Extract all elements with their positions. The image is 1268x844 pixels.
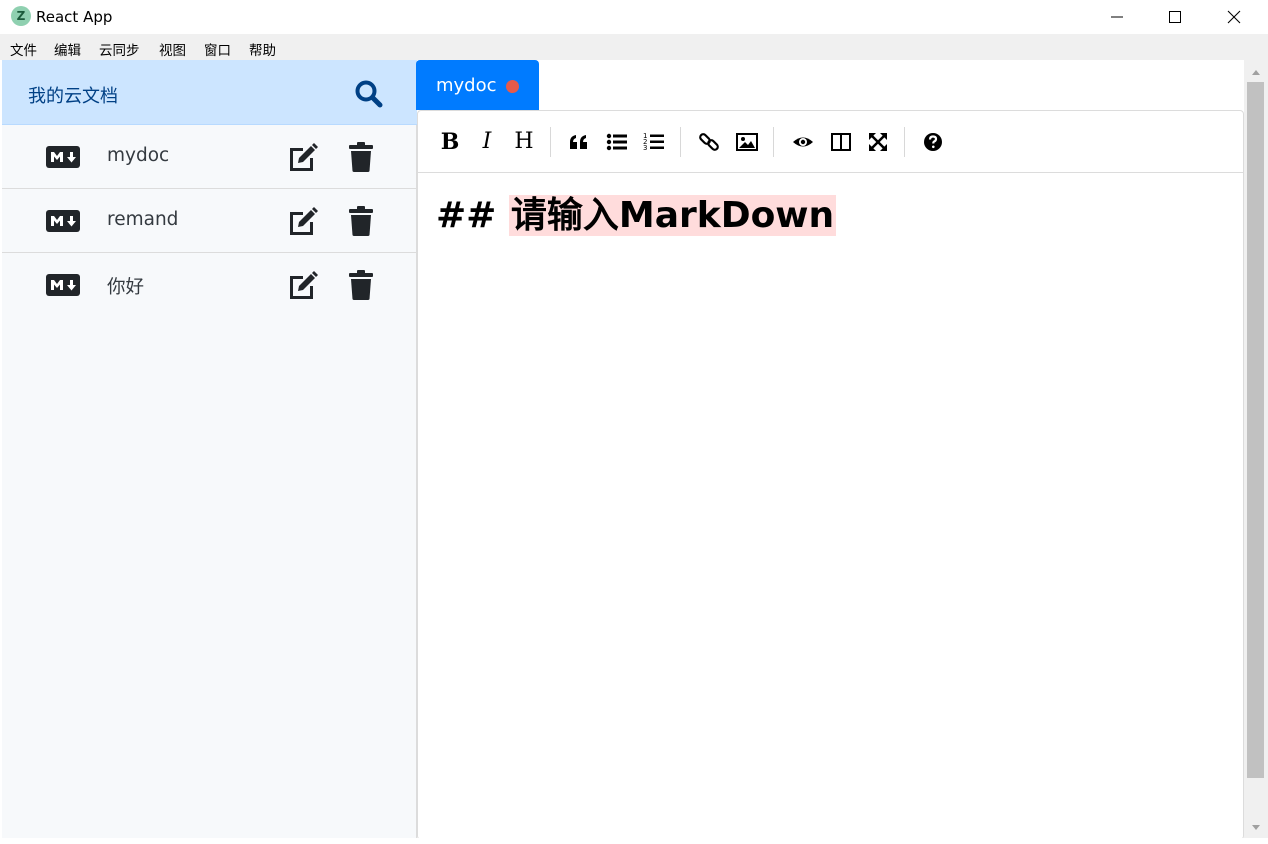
markdown-icon [46, 274, 80, 296]
file-name: remand [107, 209, 179, 230]
editor-toolbar: B I H 1 2 3 [418, 111, 1243, 173]
minimize-icon [1111, 16, 1123, 18]
file-list: mydoc remand 你好 [2, 125, 417, 317]
trash-icon[interactable] [348, 269, 374, 301]
help-button[interactable] [918, 127, 948, 157]
svg-text:3: 3 [643, 144, 647, 152]
tab-mydoc[interactable]: mydoc [416, 60, 539, 110]
italic-button[interactable]: I [472, 127, 502, 157]
ordered-list-button[interactable]: 1 2 3 [639, 127, 669, 157]
trash-icon[interactable] [348, 205, 374, 237]
app-icon: Z [11, 6, 31, 26]
scroll-thumb[interactable] [1247, 82, 1264, 778]
preview-button[interactable] [788, 127, 818, 157]
bold-button[interactable]: B [435, 127, 465, 157]
heading-prefix: ## [436, 195, 509, 236]
edit-icon[interactable] [287, 269, 319, 301]
sidebar-header: 我的云文档 [2, 60, 417, 125]
file-name: mydoc [107, 145, 170, 166]
link-icon [699, 133, 719, 151]
fullscreen-icon [869, 133, 887, 151]
toolbar-separator [550, 127, 551, 157]
ordered-list-icon: 1 2 3 [643, 132, 664, 152]
app-icon-letter: Z [16, 9, 26, 23]
file-sidebar: 我的云文档 mydoc remand 你好 [2, 60, 417, 840]
close-icon [1227, 10, 1241, 24]
image-button[interactable] [732, 127, 762, 157]
list-item[interactable]: 你好 [2, 253, 417, 317]
bold-icon: B [440, 129, 460, 155]
fullscreen-button[interactable] [863, 127, 893, 157]
unordered-list-icon [606, 133, 627, 151]
menu-bar: 文件 编辑 云同步 视图 窗口 帮助 [0, 34, 1268, 60]
window-bottom-edge [0, 838, 1268, 844]
window-title: React App [36, 8, 113, 26]
heading-button[interactable]: H [509, 127, 539, 157]
maximize-icon [1169, 11, 1181, 23]
quote-icon [570, 135, 587, 149]
list-item[interactable]: mydoc [2, 125, 417, 189]
menu-window[interactable]: 窗口 [204, 39, 231, 59]
preview-icon [793, 137, 813, 147]
menu-file[interactable]: 文件 [10, 39, 37, 59]
close-button[interactable] [1205, 0, 1263, 34]
help-icon [924, 133, 942, 151]
edit-icon[interactable] [287, 205, 319, 237]
edit-icon[interactable] [287, 141, 319, 173]
menu-cloud-sync[interactable]: 云同步 [99, 39, 140, 59]
tab-label: mydoc [436, 75, 497, 96]
toolbar-separator [680, 127, 681, 157]
markdown-icon [46, 210, 80, 232]
file-name: 你好 [107, 277, 145, 298]
unsaved-indicator [506, 80, 519, 93]
unordered-list-button[interactable] [602, 127, 632, 157]
search-icon [355, 80, 383, 108]
quote-button[interactable] [564, 127, 594, 157]
heading-text: 请输入MarkDown [508, 195, 837, 236]
list-item[interactable]: remand [2, 189, 417, 253]
toolbar-separator [904, 127, 905, 157]
menu-view[interactable]: 视图 [159, 39, 186, 59]
window-titlebar: Z React App [0, 0, 1268, 34]
editor-text[interactable]: ## 请输入MarkDown [436, 186, 837, 238]
scroll-down-icon[interactable] [1244, 818, 1268, 838]
markdown-editor: B I H 1 2 3 ## 请输入MarkDown [417, 110, 1244, 840]
scroll-up-icon[interactable] [1244, 62, 1268, 82]
menu-help[interactable]: 帮助 [249, 39, 276, 59]
side-by-side-icon [831, 133, 851, 151]
image-icon [736, 133, 758, 151]
toolbar-separator [773, 127, 774, 157]
sidebar-title: 我的云文档 [28, 86, 118, 107]
side-by-side-button[interactable] [826, 127, 856, 157]
trash-icon[interactable] [348, 141, 374, 173]
vertical-scrollbar[interactable] [1244, 60, 1268, 840]
heading-icon: H [514, 129, 534, 154]
minimize-button[interactable] [1088, 0, 1146, 34]
link-button[interactable] [694, 127, 724, 157]
maximize-button[interactable] [1146, 0, 1204, 34]
menu-edit[interactable]: 编辑 [54, 39, 81, 59]
markdown-icon [46, 146, 80, 168]
search-button[interactable] [354, 79, 384, 109]
italic-icon: I [482, 129, 492, 154]
